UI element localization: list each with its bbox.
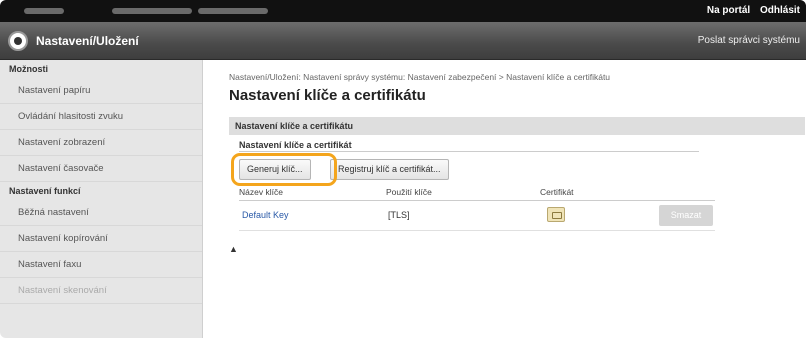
logout-link[interactable]: Odhlásit	[760, 5, 800, 16]
blurred-text	[24, 8, 64, 14]
blurred-text	[198, 8, 268, 14]
app-title: Nastavení/Uložení	[36, 34, 139, 48]
highlight-outline	[231, 153, 337, 186]
blurred-text	[112, 8, 192, 14]
table-row-divider	[239, 230, 715, 231]
portal-link[interactable]: Na portál	[707, 5, 750, 16]
page-title: Nastavení klíče a certifikátu	[229, 87, 426, 104]
key-name-link[interactable]: Default Key	[242, 210, 289, 220]
sidebar-item-scan[interactable]: Nastavení skenování	[0, 278, 202, 304]
table-header-divider	[239, 200, 715, 201]
sidebar-item-fax[interactable]: Nastavení faxu	[0, 252, 202, 278]
certificate-icon[interactable]	[547, 207, 565, 222]
browser-frame: Na portál Odhlásit Nastavení/Uložení Pos…	[0, 0, 806, 338]
mail-admin-link[interactable]: Poslat správci systému	[698, 35, 800, 46]
main-content: Nastavení/Uložení: Nastavení správy syst…	[204, 60, 806, 338]
column-header-key-name: Název klíče	[239, 187, 283, 197]
sidebar-item-copy[interactable]: Nastavení kopírování	[0, 226, 202, 252]
sidebar-item-display[interactable]: Nastavení zobrazení	[0, 130, 202, 156]
sidebar-item-paper-settings[interactable]: Nastavení papíru	[0, 78, 202, 104]
sidebar: Možnosti Nastavení papíru Ovládání hlasi…	[0, 60, 203, 338]
back-to-top-icon[interactable]: ▲	[229, 244, 238, 254]
delete-button[interactable]: Smazat	[659, 205, 713, 226]
section-header: Nastavení klíče a certifikátu	[229, 117, 805, 135]
sidebar-item-volume[interactable]: Ovládání hlasitosti zvuku	[0, 104, 202, 130]
key-usage-value: [TLS]	[388, 210, 410, 220]
sidebar-item-common[interactable]: Běžná nastavení	[0, 200, 202, 226]
column-header-key-usage: Použití klíče	[386, 187, 432, 197]
subsection-heading: Nastavení klíče a certifikát	[239, 140, 352, 150]
sidebar-group-functions: Nastavení funkcí	[9, 186, 81, 196]
divider	[239, 151, 699, 152]
top-bar: Na portál Odhlásit	[0, 0, 806, 22]
sidebar-item-timer[interactable]: Nastavení časovače	[0, 156, 202, 182]
register-key-button[interactable]: Registruj klíč a certifikát...	[330, 159, 449, 180]
top-links: Na portál Odhlásit	[700, 5, 800, 16]
column-header-certificate: Certifikát	[540, 187, 574, 197]
settings-logo-icon	[8, 31, 28, 51]
sidebar-group-options: Možnosti	[9, 64, 48, 74]
title-bar: Nastavení/Uložení Poslat správci systému	[0, 22, 806, 60]
breadcrumb: Nastavení/Uložení: Nastavení správy syst…	[229, 72, 611, 82]
